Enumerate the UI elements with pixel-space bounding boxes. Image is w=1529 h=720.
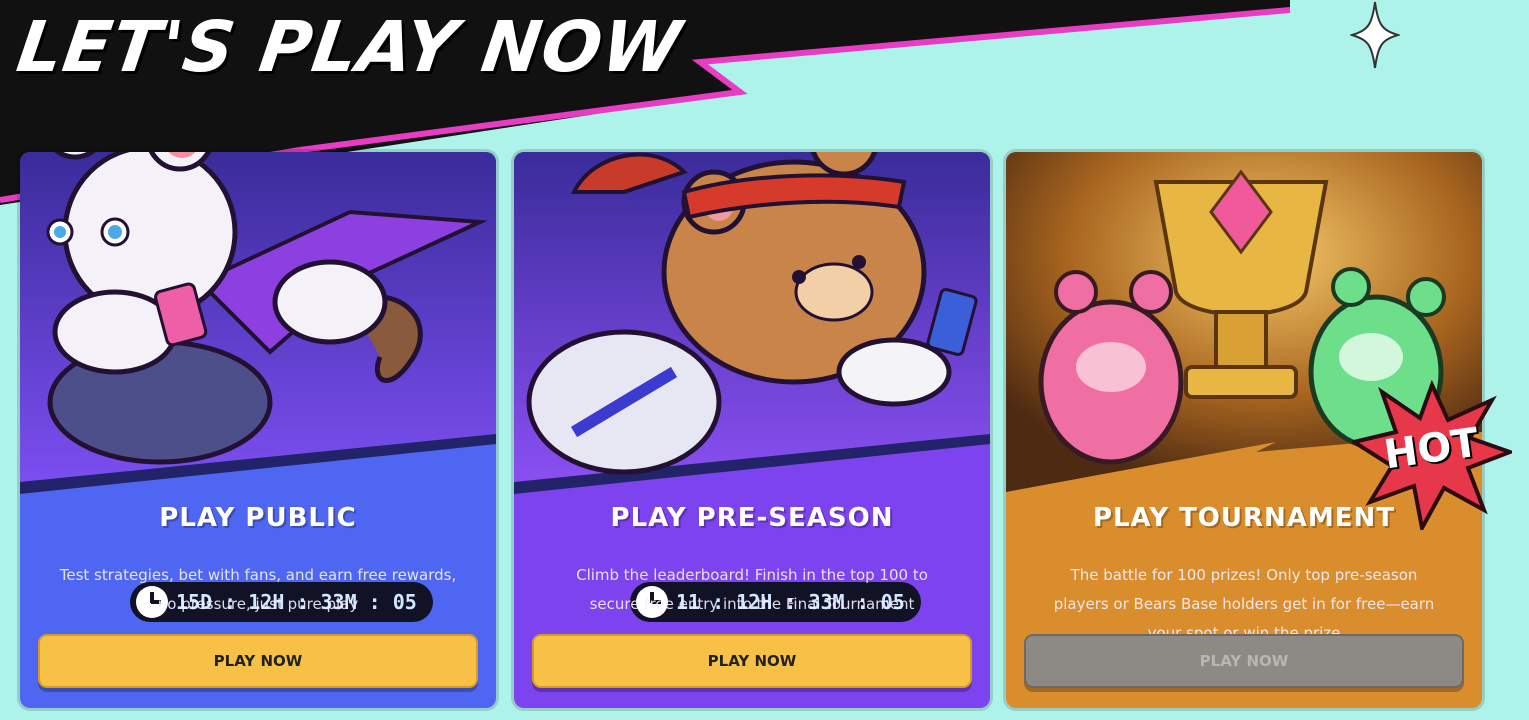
polar-bear-illustration — [46, 152, 488, 465]
card-play-public: 15D : 12H : 33M : 05 PLAY PUBLIC Test st… — [20, 152, 496, 708]
card-play-pre-season: 11 : 12H : 33M : 05 PLAY PRE-SEASON Clim… — [514, 152, 990, 708]
play-now-button[interactable]: PLAY NOW — [532, 634, 972, 688]
brown-bear-illustration — [526, 152, 978, 475]
play-now-button[interactable]: PLAY NOW — [38, 634, 478, 688]
page-title: LET'S PLAY NOW — [12, 6, 687, 88]
card-description: Test strategies, bet with fans, and earn… — [59, 566, 457, 613]
card-description: Climb the leaderboard! Finish in the top… — [576, 566, 928, 613]
play-now-button-disabled[interactable]: PLAY NOW — [1024, 634, 1464, 688]
card-title: PLAY PUBLIC — [159, 503, 357, 533]
card-title: PLAY PRE-SEASON — [610, 503, 894, 533]
hot-badge: HOT — [1348, 379, 1516, 534]
sparkle-icon — [1350, 1, 1400, 69]
